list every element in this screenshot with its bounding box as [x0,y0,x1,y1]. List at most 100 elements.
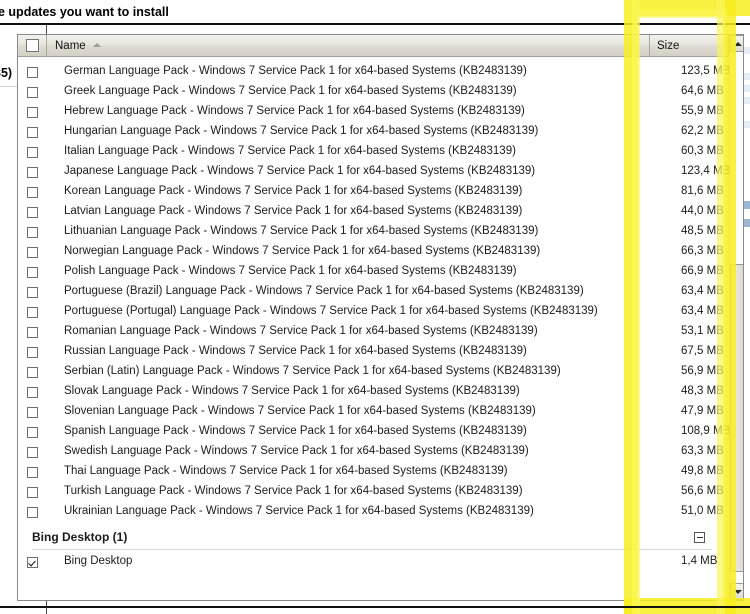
table-row[interactable]: Hungarian Language Pack - Windows 7 Serv… [18,123,729,143]
table-row[interactable]: Portuguese (Portugal) Language Pack - Wi… [18,303,729,323]
scroll-up-button[interactable] [730,35,743,52]
update-size: 60,3 MB [681,145,724,157]
right-cropped-panel [744,25,750,614]
update-size: 66,9 MB [681,265,724,277]
table-row[interactable]: Turkish Language Pack - Windows 7 Servic… [18,483,729,503]
group-header-row[interactable]: Bing Desktop (1) [18,523,729,553]
updates-listview[interactable]: Name Size German Language Pack - Windows… [17,34,744,601]
table-row[interactable]: Hebrew Language Pack - Windows 7 Service… [18,103,729,123]
table-row[interactable]: Polish Language Pack - Windows 7 Service… [18,263,729,283]
table-row[interactable]: Japanese Language Pack - Windows 7 Servi… [18,163,729,183]
checkbox-unchecked-icon[interactable] [27,267,38,278]
checkbox-unchecked-icon[interactable] [27,187,38,198]
checkbox-unchecked-icon[interactable] [27,507,38,518]
checkbox-unchecked-icon[interactable] [27,107,38,118]
table-row[interactable]: Ukrainian Language Pack - Windows 7 Serv… [18,503,729,523]
table-row[interactable]: Italian Language Pack - Windows 7 Servic… [18,143,729,163]
header-name-label: Name [55,39,86,52]
select-all-checkbox[interactable] [25,39,39,52]
update-name: Greek Language Pack - Windows 7 Service … [64,85,517,97]
update-size: 81,6 MB [681,185,724,197]
update-size: 64,6 MB [681,85,724,97]
checkbox-unchecked-icon[interactable] [27,227,38,238]
update-size: 123,5 MB [681,65,729,77]
checkbox-unchecked-icon[interactable] [27,287,38,298]
checkbox-unchecked-icon[interactable] [27,327,38,338]
update-name: Portuguese (Portugal) Language Pack - Wi… [64,305,598,317]
checkbox-unchecked-icon[interactable] [27,167,38,178]
update-name: Portuguese (Brazil) Language Pack - Wind… [64,285,584,297]
table-row[interactable]: Bing Desktop 1,4 MB [18,553,729,573]
checkbox-checked-icon[interactable] [27,557,38,568]
group-underline [32,549,712,550]
table-row[interactable]: Swedish Language Pack - Windows 7 Servic… [18,443,729,463]
scrollbar-track[interactable] [730,52,743,583]
table-row[interactable]: Korean Language Pack - Windows 7 Service… [18,183,729,203]
checkbox-unchecked-icon[interactable] [27,407,38,418]
checkbox-unchecked-icon[interactable] [27,387,38,398]
checkbox-unchecked-icon[interactable] [27,247,38,258]
checkbox-unchecked-icon[interactable] [27,67,38,78]
update-name: Hungarian Language Pack - Windows 7 Serv… [64,125,539,137]
table-row[interactable]: Slovak Language Pack - Windows 7 Service… [18,383,729,403]
update-name: Korean Language Pack - Windows 7 Service… [64,185,523,197]
table-row[interactable]: Spanish Language Pack - Windows 7 Servic… [18,423,729,443]
update-name: Slovenian Language Pack - Windows 7 Serv… [64,405,536,417]
header-column-size[interactable]: Size [650,35,729,57]
header-column-name[interactable]: Name [47,35,650,57]
table-row[interactable]: German Language Pack - Windows 7 Service… [18,63,729,83]
update-name: Ukrainian Language Pack - Windows 7 Serv… [64,505,534,517]
update-size: 1,4 MB [681,555,718,567]
bottom-divider [0,606,750,608]
checkbox-unchecked-icon[interactable] [27,207,38,218]
checkbox-unchecked-icon[interactable] [27,447,38,458]
checkbox-unchecked-icon[interactable] [27,487,38,498]
update-size: 56,9 MB [681,365,724,377]
table-row[interactable]: Thai Language Pack - Windows 7 Service P… [18,463,729,483]
checkbox-unchecked-icon[interactable] [27,147,38,158]
scroll-down-button[interactable] [730,583,743,600]
checkbox-unchecked-icon[interactable] [27,367,38,378]
update-name: Bing Desktop [64,555,133,567]
update-size: 49,8 MB [681,465,724,477]
update-name: Serbian (Latin) Language Pack - Windows … [64,365,561,377]
update-size: 123,4 MB [681,165,729,177]
table-row[interactable]: Serbian (Latin) Language Pack - Windows … [18,363,729,383]
checkbox-unchecked-icon[interactable] [27,427,38,438]
table-row[interactable]: Portuguese (Brazil) Language Pack - Wind… [18,283,729,303]
update-name: Norwegian Language Pack - Windows 7 Serv… [64,245,541,257]
update-name: Romanian Language Pack - Windows 7 Servi… [64,325,538,337]
update-size: 56,6 MB [681,485,724,497]
collapse-minus-icon[interactable] [694,532,705,543]
scrollbar-thumb[interactable] [730,264,743,573]
page-title: e updates you want to install [0,5,169,19]
checkbox-unchecked-icon[interactable] [27,127,38,138]
update-size: 55,9 MB [681,105,724,117]
vertical-scrollbar[interactable] [729,35,743,600]
table-row[interactable]: Russian Language Pack - Windows 7 Servic… [18,343,729,363]
table-row[interactable]: Latvian Language Pack - Windows 7 Servic… [18,203,729,223]
update-size: 53,1 MB [681,325,724,337]
update-name: Spanish Language Pack - Windows 7 Servic… [64,425,527,437]
table-row[interactable]: Greek Language Pack - Windows 7 Service … [18,83,729,103]
listview-body[interactable]: German Language Pack - Windows 7 Service… [18,57,729,600]
update-size: 48,5 MB [681,225,724,237]
update-name: German Language Pack - Windows 7 Service… [64,65,527,77]
update-name: Swedish Language Pack - Windows 7 Servic… [64,445,529,457]
table-row[interactable]: Norwegian Language Pack - Windows 7 Serv… [18,243,729,263]
update-size: 63,4 MB [681,285,724,297]
left-panel-count-fragment: 35) [0,66,13,80]
checkbox-unchecked-icon[interactable] [27,347,38,358]
table-row[interactable]: Romanian Language Pack - Windows 7 Servi… [18,323,729,343]
table-row[interactable]: Slovenian Language Pack - Windows 7 Serv… [18,403,729,423]
checkbox-unchecked-icon[interactable] [27,87,38,98]
checkbox-unchecked-icon[interactable] [27,467,38,478]
update-name: Turkish Language Pack - Windows 7 Servic… [64,485,523,497]
header-select-all-cell[interactable] [18,35,47,57]
update-name: Slovak Language Pack - Windows 7 Service… [64,385,520,397]
checkbox-unchecked-icon[interactable] [27,307,38,318]
update-size: 48,3 MB [681,385,724,397]
update-size: 108,9 MB [681,425,729,437]
list-bottom-spacer [18,573,729,586]
table-row[interactable]: Lithuanian Language Pack - Windows 7 Ser… [18,223,729,243]
